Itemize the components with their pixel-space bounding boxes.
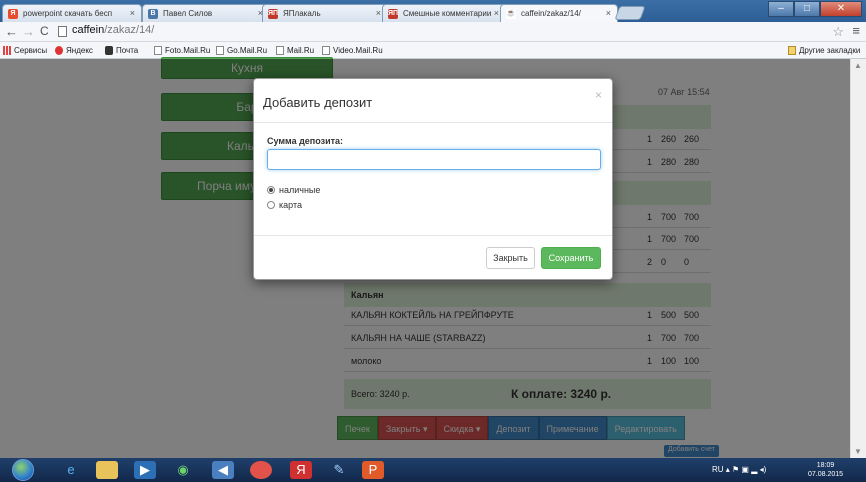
- modal-title: Добавить депозит: [263, 95, 373, 110]
- bookmark-label: Почта: [116, 46, 139, 55]
- bookmark-label: Video.Mail.Ru: [333, 46, 383, 55]
- mail-icon: [105, 46, 113, 55]
- tab-title: Павел Силов: [163, 9, 213, 18]
- tab-comments[interactable]: ЯП Смешные комментарии ×: [382, 4, 506, 22]
- bookmark-video[interactable]: Video.Mail.Ru: [322, 46, 383, 55]
- yandex-icon: [55, 46, 63, 55]
- bookmark-yandex[interactable]: Яндекс: [55, 46, 93, 55]
- address-bar[interactable]: caffein/zakaz/14/: [58, 24, 800, 40]
- system-clock[interactable]: 18:09 07.08.2015: [808, 461, 843, 479]
- yap-icon: ЯП: [268, 9, 279, 19]
- tab-close-icon[interactable]: ×: [606, 8, 611, 18]
- bookmark-label: Яндекс: [66, 46, 93, 55]
- page-icon: [276, 46, 284, 55]
- tab-caffein[interactable]: ☕ caffein/zakaz/14/ ×: [500, 4, 618, 22]
- page-icon: [322, 46, 330, 55]
- radio-label: наличные: [279, 185, 321, 195]
- maximize-button[interactable]: □: [794, 1, 820, 17]
- modal-save-button[interactable]: Сохранить: [541, 247, 601, 269]
- start-button[interactable]: [12, 459, 34, 481]
- yap-icon: ЯП: [388, 9, 399, 19]
- language-indicator[interactable]: RU: [712, 465, 724, 474]
- back-arrow-icon[interactable]: ←: [5, 24, 18, 39]
- vk-icon: В: [148, 9, 158, 19]
- bookmark-mail[interactable]: Почта: [105, 46, 138, 55]
- chrome-icon[interactable]: [250, 461, 272, 479]
- tab-pavel[interactable]: В Павел Силов ×: [142, 4, 270, 22]
- bookmark-mailru[interactable]: Mail.Ru: [276, 46, 314, 55]
- bookmark-label: Другие закладки: [799, 46, 861, 55]
- scroll-up-icon[interactable]: ▲: [854, 61, 862, 70]
- radio-unchecked-icon: [267, 201, 275, 209]
- minimize-button[interactable]: –: [768, 1, 794, 17]
- reload-icon[interactable]: C: [40, 24, 49, 38]
- payment-cash-radio[interactable]: наличные: [267, 185, 320, 195]
- powerpoint-icon[interactable]: P: [362, 461, 384, 479]
- paint-icon[interactable]: ✎: [328, 461, 350, 479]
- browser-tab-bar: Я powerpoint скачать бесп × В Павел Сило…: [0, 0, 866, 22]
- radio-label: карта: [279, 200, 302, 210]
- media-icon[interactable]: ▶: [134, 461, 156, 479]
- new-tab-button[interactable]: [614, 6, 646, 20]
- deposit-amount-input[interactable]: [267, 149, 601, 170]
- ie-icon[interactable]: e: [60, 461, 82, 479]
- tab-title: ЯПлакаль: [283, 9, 321, 18]
- bookmarks-bar: Сервисы Яндекс Почта Foto.Mail.Ru Go.Mai…: [0, 42, 866, 59]
- bookmark-go[interactable]: Go.Mail.Ru: [216, 46, 267, 55]
- chat-icon[interactable]: ◉: [172, 461, 194, 479]
- modal-header: Добавить депозит ×: [254, 79, 612, 123]
- tab-close-icon[interactable]: ×: [494, 8, 499, 18]
- modal-close-button[interactable]: Закрыть: [486, 247, 535, 269]
- other-bookmarks[interactable]: Другие закладки: [788, 46, 860, 55]
- page-icon: [216, 46, 224, 55]
- tab-title: caffein/zakaz/14/: [521, 9, 581, 18]
- cup-icon: ☕: [506, 9, 516, 19]
- yandex-icon: Я: [8, 9, 18, 19]
- url-host: caffein: [72, 24, 105, 36]
- bookmark-label: Foto.Mail.Ru: [165, 46, 211, 55]
- page-icon: [154, 46, 162, 55]
- deposit-amount-label: Сумма депозита:: [267, 136, 344, 146]
- apps-icon: [3, 46, 11, 55]
- folder-icon: [788, 46, 796, 55]
- bookmark-foto[interactable]: Foto.Mail.Ru: [154, 46, 210, 55]
- tab-powerpoint[interactable]: Я powerpoint скачать бесп ×: [2, 4, 142, 22]
- page-scrollbar[interactable]: ▲ ▼: [850, 59, 866, 458]
- close-window-button[interactable]: ✕: [820, 1, 862, 17]
- system-tray: RU ▴ ⚑ ▣ ▂ ◂): [712, 465, 767, 474]
- page-icon: [58, 26, 67, 37]
- tab-title: Смешные комментарии: [403, 9, 492, 18]
- window-controls: – □ ✕: [768, 1, 862, 17]
- menu-icon[interactable]: ≡: [852, 23, 860, 38]
- explorer-icon[interactable]: [96, 461, 118, 479]
- windows-taskbar: e ▶ ◉ ◀ Я ✎ P RU ▴ ⚑ ▣ ▂ ◂) 18:09 07.08.…: [0, 458, 866, 482]
- browser-toolbar: ← → C caffein/zakaz/14/ ☆ ≡: [0, 22, 866, 42]
- bookmark-label: Mail.Ru: [287, 46, 315, 55]
- bookmark-label: Go.Mail.Ru: [227, 46, 268, 55]
- clock-date: 07.08.2015: [808, 471, 844, 478]
- add-deposit-modal: Добавить депозит × Сумма депозита: налич…: [253, 78, 613, 280]
- bookmark-star-icon[interactable]: ☆: [832, 24, 844, 40]
- payment-card-radio[interactable]: карта: [267, 200, 302, 210]
- tab-title: powerpoint скачать бесп: [23, 9, 113, 18]
- clock-time: 18:09: [816, 462, 835, 469]
- tab-close-icon[interactable]: ×: [376, 8, 381, 18]
- tab-yaplakal[interactable]: ЯП ЯПлакаль ×: [262, 4, 388, 22]
- bookmark-services[interactable]: Сервисы: [3, 46, 47, 55]
- tab-close-icon[interactable]: ×: [130, 8, 135, 18]
- bookmark-label: Сервисы: [14, 46, 48, 55]
- close-icon[interactable]: ×: [595, 88, 602, 102]
- yandex-browser-icon[interactable]: Я: [290, 461, 312, 479]
- modal-footer-divider: [254, 235, 612, 236]
- player-icon[interactable]: ◀: [212, 461, 234, 479]
- radio-checked-icon: [267, 186, 275, 194]
- url-path: /zakaz/14/: [104, 24, 155, 36]
- forward-arrow-icon[interactable]: →: [22, 24, 35, 39]
- scroll-down-icon[interactable]: ▼: [854, 447, 862, 456]
